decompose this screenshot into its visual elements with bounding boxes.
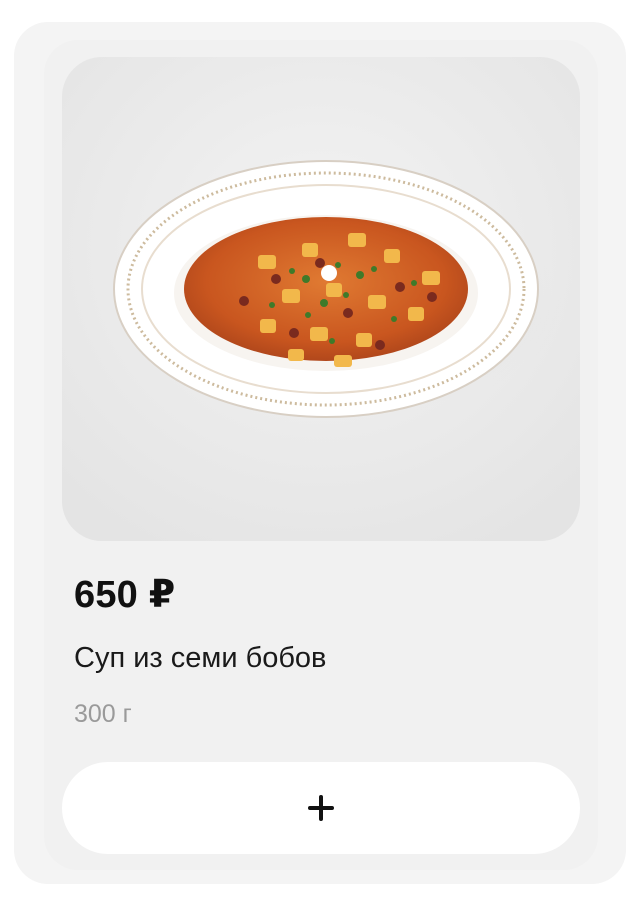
product-weight: 300 г xyxy=(74,700,132,728)
add-to-cart-button[interactable] xyxy=(62,762,580,854)
product-price: 650 ₽ xyxy=(74,574,176,616)
product-name: Суп из семи бобов xyxy=(74,642,327,674)
plus-icon xyxy=(308,795,334,821)
product-image[interactable] xyxy=(62,57,580,541)
